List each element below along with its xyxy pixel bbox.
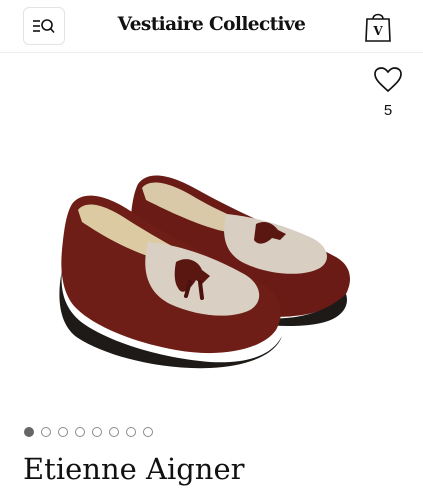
carousel-dot[interactable] xyxy=(109,427,119,437)
carousel-indicators xyxy=(24,427,153,439)
carousel-dot[interactable] xyxy=(92,427,102,437)
bag-letter: V xyxy=(372,24,383,38)
product-image[interactable] xyxy=(50,160,370,380)
carousel-dot[interactable] xyxy=(143,427,153,437)
carousel-dot[interactable] xyxy=(41,427,51,437)
brand-logo[interactable]: Vestiaire Collective xyxy=(0,14,423,35)
shopping-bag-icon[interactable]: V xyxy=(364,10,392,42)
favorite-toggle[interactable]: 5 xyxy=(372,66,404,119)
heart-icon[interactable] xyxy=(373,66,403,93)
carousel-dot[interactable] xyxy=(24,427,34,437)
carousel-dot[interactable] xyxy=(58,427,68,437)
product-title: Etienne Aigner xyxy=(23,452,245,486)
favorite-count: 5 xyxy=(383,102,393,119)
carousel-dot[interactable] xyxy=(126,427,136,437)
top-header: Vestiaire Collective V xyxy=(0,0,423,53)
carousel-dot[interactable] xyxy=(75,427,85,437)
